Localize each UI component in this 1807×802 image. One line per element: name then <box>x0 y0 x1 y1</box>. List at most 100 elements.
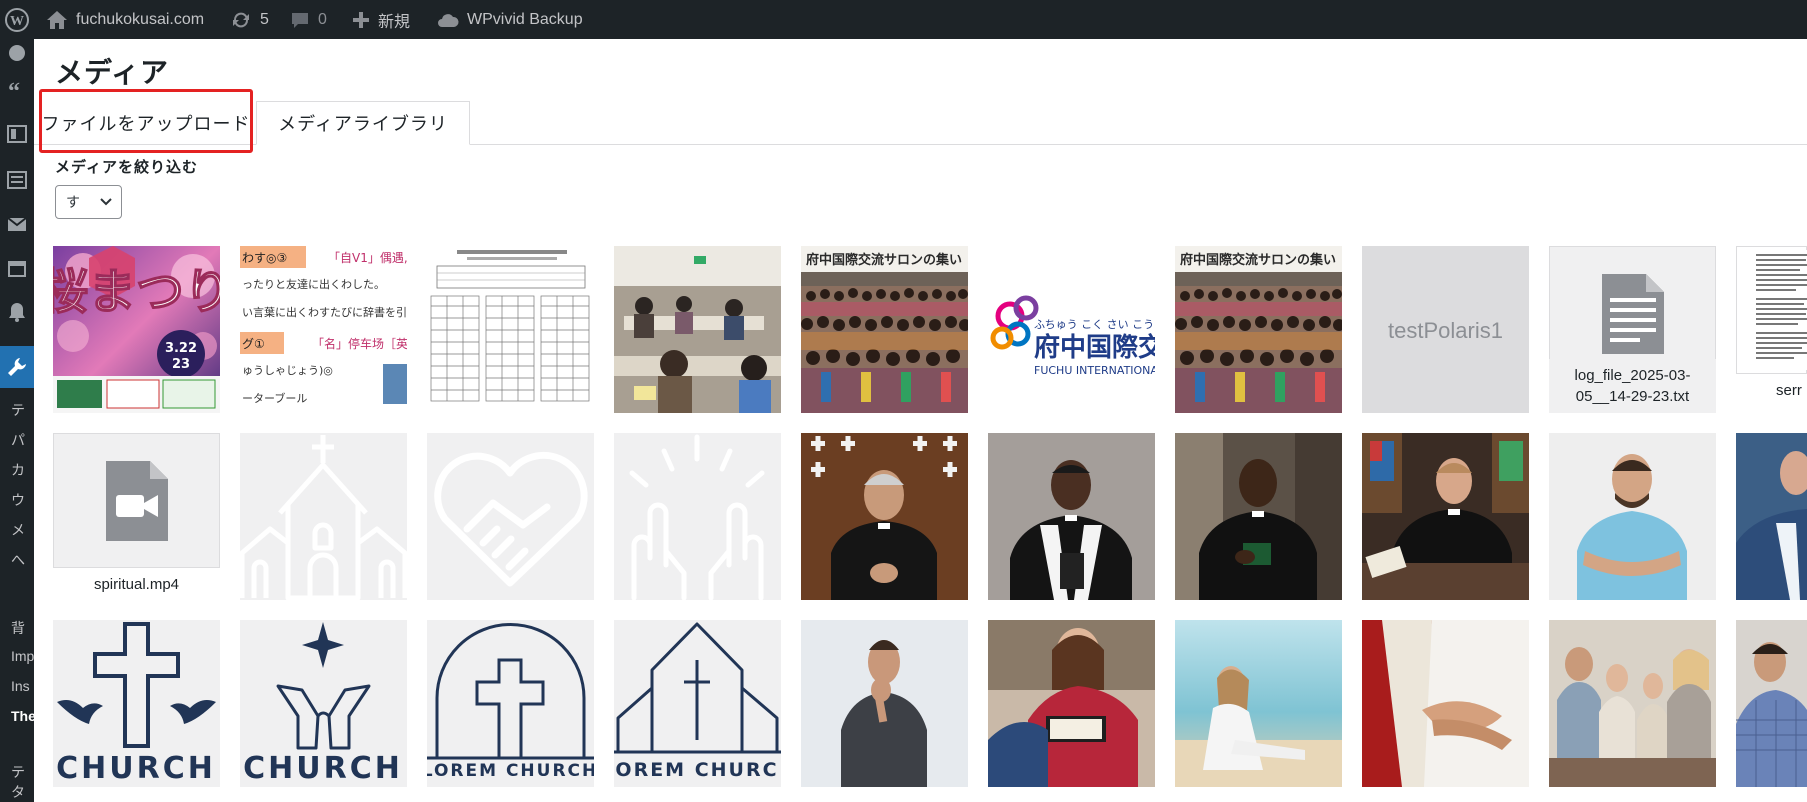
sidebar-item-label[interactable]: The <box>11 708 36 724</box>
file-name: log_file_2025-03-05__14-29-23.txt <box>1549 359 1716 413</box>
media-item[interactable] <box>801 433 968 600</box>
banner-text: 府中国際交流サロンの集い <box>1180 252 1336 268</box>
lorem-church-logo-arch: LOREM CHURCH <box>427 620 594 787</box>
tab-upload-files[interactable]: ファイルをアップロード <box>40 101 252 145</box>
church-logo-praying-hands: CHURCH <box>240 620 407 787</box>
mail-icon[interactable] <box>6 213 28 235</box>
bell-icon[interactable] <box>6 301 28 323</box>
new-content-link[interactable]: 新規 <box>352 0 410 39</box>
woman-reading-bible-photo <box>988 620 1155 787</box>
media-item[interactable] <box>427 246 594 413</box>
chevron-down-icon <box>100 198 112 206</box>
media-item[interactable]: わす◎③ 「自V1」偶遇, ったりと友達に出くわした。 い言葉に出くわすたびに辞… <box>240 246 407 413</box>
family-praying-photo <box>1549 620 1716 787</box>
calendar-icon[interactable] <box>6 257 28 279</box>
worksheet-line: 「自V1」偶遇, <box>328 251 407 265</box>
backup-label: WPvivid Backup <box>467 10 583 28</box>
placeholder-title: testPolaris1 <box>1388 318 1503 343</box>
page-icon[interactable] <box>6 123 28 145</box>
media-item[interactable] <box>988 433 1155 600</box>
media-item[interactable] <box>1362 620 1529 787</box>
site-name-link[interactable]: fuchukokusai.com <box>46 0 204 39</box>
svg-text:W: W <box>10 14 24 29</box>
praying-hands-icon <box>614 433 781 600</box>
sidebar-item-label[interactable]: カ <box>11 460 25 480</box>
file-name: serr <box>1736 373 1807 413</box>
media-item[interactable]: testPolaris1 <box>1362 246 1529 413</box>
sidebar-item-label[interactable]: Ins <box>11 678 30 694</box>
schedule-document-image <box>427 246 594 413</box>
group-photo-salon-2: 府中国際交流サロンの集い <box>1175 246 1342 413</box>
sidebar-item-label[interactable]: タ <box>11 782 25 802</box>
logo-text: CHURCH <box>56 751 216 786</box>
heart-handshake-icon <box>427 433 594 600</box>
media-item[interactable]: 府中国際交流サロンの集い <box>801 246 968 413</box>
media-item[interactable] <box>1736 433 1807 600</box>
sidebar-item-label[interactable]: Imp <box>11 648 34 664</box>
media-item[interactable] <box>1736 620 1807 787</box>
media-modal: メディア ファイルをアップロード メディアライブラリ メディアを絞り込む す 桜… <box>34 39 1807 802</box>
updates-link[interactable]: 5 <box>230 0 269 39</box>
sidebar-active-item[interactable] <box>0 346 34 388</box>
document-icon <box>1602 274 1664 354</box>
updates-count: 5 <box>260 10 269 28</box>
media-item[interactable]: OREM CHURC <box>614 620 781 787</box>
sidebar-item-label[interactable]: テ <box>11 762 25 782</box>
sidebar-item-label[interactable]: へ <box>11 550 25 570</box>
cloud-icon <box>438 13 459 27</box>
updates-icon <box>233 12 249 27</box>
media-item[interactable] <box>427 433 594 600</box>
modal-title: メディア <box>55 57 170 88</box>
list-icon[interactable] <box>6 169 28 191</box>
media-item[interactable] <box>1175 433 1342 600</box>
logo-text: CHURCH <box>243 751 403 786</box>
poster-date-1: 3.22 <box>165 341 197 356</box>
media-item[interactable]: spiritual.mp4 <box>53 433 220 600</box>
media-item[interactable] <box>1549 620 1716 787</box>
sidebar-item-label[interactable]: テ <box>11 400 25 420</box>
media-filter-select[interactable]: す <box>55 185 122 219</box>
video-file-icon <box>106 461 168 541</box>
media-item[interactable]: log_file_2025-03-05__14-29-23.txt <box>1549 246 1716 413</box>
tab-media-library[interactable]: メディアライブラリ <box>256 101 470 145</box>
media-item[interactable]: serr <box>1736 246 1807 413</box>
wpvivid-backup-link[interactable]: WPvivid Backup <box>437 0 583 39</box>
sidebar-item-label[interactable]: パ <box>11 430 25 450</box>
plus-icon <box>353 11 369 28</box>
media-item[interactable]: 府中国際交流サロンの集い <box>1175 246 1342 413</box>
worksheet-line: ゅうしゃじょう)◎ <box>242 364 333 377</box>
lorem-church-logo-building: OREM CHURC <box>614 620 781 787</box>
media-item[interactable] <box>801 620 968 787</box>
media-item[interactable]: CHURCH <box>53 620 220 787</box>
man-blue-suit-photo <box>1736 433 1807 600</box>
site-name: fuchukokusai.com <box>76 10 205 28</box>
worksheet-line: ーターブール <box>242 391 307 405</box>
church-outline-icon <box>240 433 407 600</box>
media-item[interactable]: CHURCH <box>240 620 407 787</box>
media-item[interactable]: ふちゅう こく さい こう 府中国際交 FUCHU INTERNATIONA <box>988 246 1155 413</box>
group-photo-salon: 府中国際交流サロンの集い <box>801 246 968 413</box>
jesus-holding-hands-photo <box>1362 620 1529 787</box>
media-item[interactable] <box>614 433 781 600</box>
worksheet-line: わす◎③ <box>242 251 287 265</box>
comments-link[interactable]: 0 <box>290 0 327 39</box>
media-item[interactable] <box>988 620 1155 787</box>
media-item[interactable] <box>614 246 781 413</box>
media-item[interactable] <box>240 433 407 600</box>
logo-english-text: FUCHU INTERNATIONA <box>1034 364 1155 377</box>
wordpress-logo-icon[interactable]: W <box>4 0 30 39</box>
priest-photo-3 <box>1175 433 1342 600</box>
dashboard-icon[interactable] <box>6 42 28 64</box>
media-item[interactable]: 桜まつり 3.22 23 <box>53 246 220 413</box>
sidebar-item-label[interactable]: 背 <box>11 618 25 638</box>
sidebar-item-label[interactable]: メ <box>11 520 25 540</box>
media-item[interactable] <box>1175 620 1342 787</box>
sidebar-item-label[interactable]: ウ <box>11 490 25 510</box>
media-item[interactable] <box>1549 433 1716 600</box>
filter-label: メディアを絞り込む <box>55 159 198 176</box>
comments-count: 0 <box>318 10 327 28</box>
classroom-photo <box>614 246 781 413</box>
quote-icon[interactable]: “ <box>6 79 28 101</box>
media-item[interactable]: LOREM CHURCH <box>427 620 594 787</box>
media-item[interactable] <box>1362 433 1529 600</box>
